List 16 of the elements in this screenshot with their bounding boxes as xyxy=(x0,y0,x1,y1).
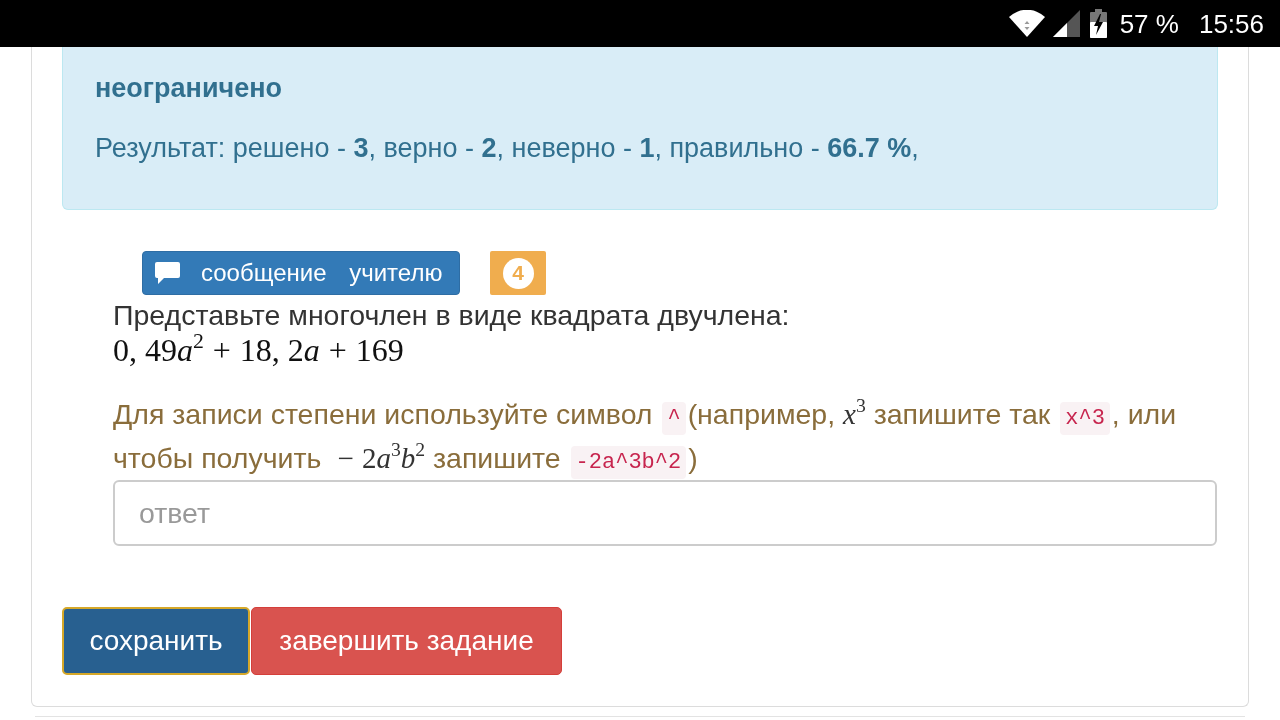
signal-icon xyxy=(1052,10,1080,37)
math-expression: 0, 49a$^{2}$ + 18, 2a + 169 xyxy=(113,332,405,368)
task-number-badge: 4 xyxy=(490,251,546,295)
task-prompt: Представьте многочлен в виде квадрата двучлена: xyxy=(113,298,791,332)
finish-task-button[interactable]: завершить задание xyxy=(251,607,562,675)
message-teacher-button[interactable]: сообщение учителю xyxy=(142,251,460,295)
clock-time: 15:56 xyxy=(1198,8,1264,39)
answer-field[interactable]: ответ xyxy=(113,480,1217,546)
save-button[interactable]: сохранить xyxy=(62,607,250,675)
result-text: Результат: решено - 3, верно - 2, неверно - 1, правильно - 66.7 %, xyxy=(95,132,920,165)
speech-bubble-icon xyxy=(155,262,180,284)
limit-text: неограничено xyxy=(95,72,283,105)
battery-charging-icon xyxy=(1089,9,1107,38)
hint-text: Для записи степени используйте символ ^ (например, x$^{3}$ запишите так x^3 , или чтобы получить − 2a$^{3}$b$^{2}$ запишите -2a^3b^2 ) xyxy=(113,392,1218,480)
battery-percent: 57 % xyxy=(1119,8,1179,39)
wifi-icon xyxy=(1008,10,1045,37)
